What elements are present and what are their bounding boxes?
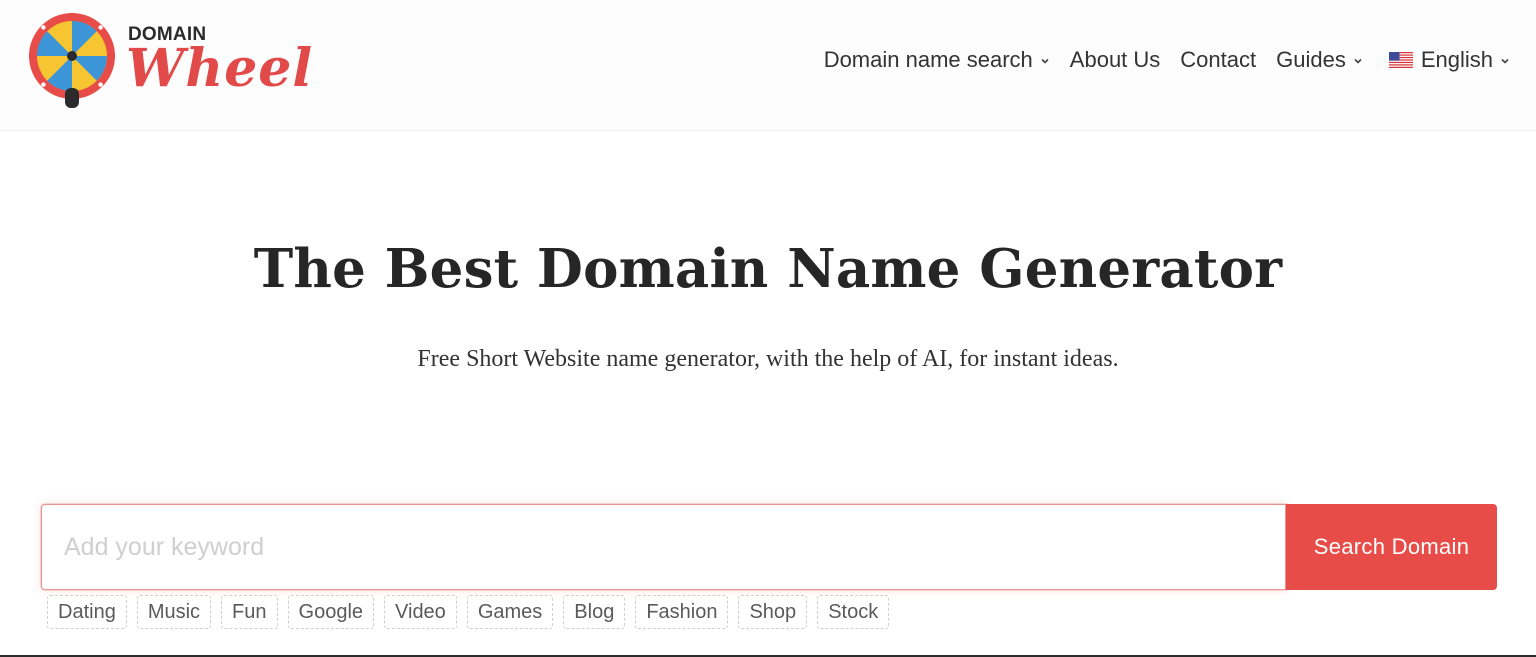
- chevron-down-icon: [1354, 58, 1362, 64]
- page-subtitle: Free Short Website name generator, with …: [417, 346, 1119, 372]
- tag-games[interactable]: Games: [466, 595, 554, 629]
- tag-music[interactable]: Music: [136, 595, 212, 629]
- main-nav: Domain name search About Us Contact Guid…: [804, 42, 1510, 78]
- page-title: The Best Domain Name Generator: [253, 238, 1283, 300]
- tag-shop[interactable]: Shop: [738, 595, 808, 629]
- keyword-suggestion-tags: Dating Music Fun Google Video Games Blog…: [47, 595, 899, 629]
- nav-label: Contact: [1180, 47, 1257, 72]
- us-flag-icon: [1388, 52, 1413, 68]
- search-domain-button[interactable]: Search Domain: [1286, 504, 1497, 590]
- nav-label: Guides: [1276, 47, 1346, 72]
- wheel-logo-icon: [28, 12, 116, 108]
- logo-main-text: Wheel: [126, 38, 314, 99]
- nav-guides[interactable]: Guides: [1276, 47, 1363, 73]
- nav-label: Domain name search: [823, 47, 1033, 72]
- tag-stock[interactable]: Stock: [817, 595, 890, 629]
- language-selector[interactable]: English: [1388, 47, 1510, 73]
- nav-domain-name-search[interactable]: Domain name search: [824, 47, 1050, 73]
- chevron-down-icon: [1501, 58, 1509, 64]
- tag-dating[interactable]: Dating: [47, 595, 127, 629]
- language-label: English: [1420, 47, 1493, 72]
- tag-video[interactable]: Video: [384, 595, 457, 629]
- chevron-down-icon: [1041, 58, 1049, 64]
- site-header: DOMAIN Wheel Domain name search About Us…: [0, 0, 1536, 131]
- site-logo[interactable]: DOMAIN Wheel: [28, 12, 318, 108]
- tag-google[interactable]: Google: [287, 595, 375, 629]
- nav-label: About Us: [1069, 47, 1161, 72]
- tag-fun[interactable]: Fun: [221, 595, 278, 629]
- tag-blog[interactable]: Blog: [563, 595, 626, 629]
- nav-contact[interactable]: Contact: [1180, 47, 1256, 73]
- domain-search-form: Search Domain: [41, 504, 1497, 590]
- nav-about-us[interactable]: About Us: [1070, 47, 1161, 73]
- keyword-search-input[interactable]: [41, 504, 1286, 590]
- tag-fashion[interactable]: Fashion: [635, 595, 729, 629]
